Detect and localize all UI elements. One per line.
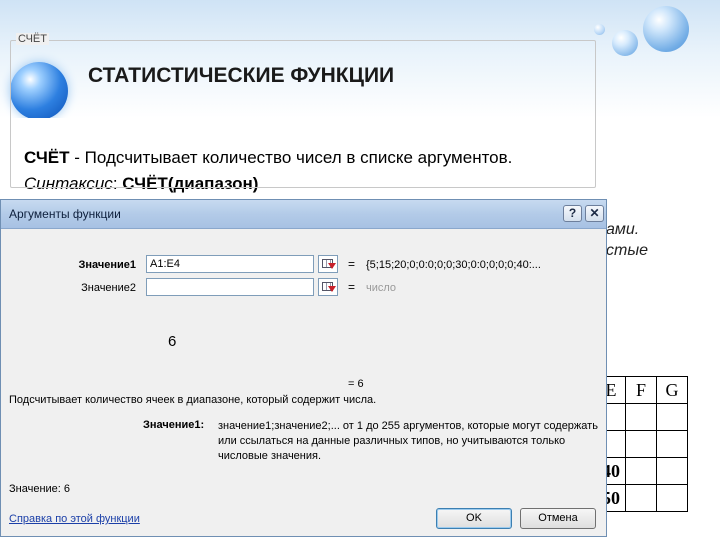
cell [625,457,657,485]
value2-result: число [366,282,397,294]
argument-hint-label: Значение1: [143,419,205,431]
function-name-legend: СЧЁТ [16,33,49,45]
spreadsheet-fragment: E F G 40 50 [596,376,688,512]
cell [656,430,688,458]
result-value: Значение: 6 [9,483,71,495]
function-arguments-dialog: Аргументы функции ? ✕ [0,199,607,537]
formula-result: = 6 [348,378,364,390]
decorative-sphere [612,30,638,56]
decorative-sphere [643,6,689,52]
cell [625,403,657,431]
value1-result: {5;15;20;0;0:0;0;0;30;0:0;0;0;0;40:... [366,259,541,271]
arrow-icon [328,286,336,292]
ok-button[interactable]: OK [436,508,512,529]
formula-result-preview: 6 [168,333,177,350]
value1-input[interactable]: A1:E4 [146,255,314,273]
cell [656,457,688,485]
equals-sign: = [348,257,356,271]
dialog-titlebar[interactable]: Аргументы функции ? ✕ [1,200,606,229]
decorative-sphere [594,24,605,35]
cell [656,484,688,512]
arg-label-value1: Значение1 [78,259,136,271]
function-help-link[interactable]: Справка по этой функции [9,513,140,525]
value2-input[interactable] [146,278,314,296]
close-button[interactable]: ✕ [585,205,604,222]
column-header: F [625,376,657,404]
dialog-title: Аргументы функции [9,207,121,221]
cancel-button[interactable]: Отмена [520,508,596,529]
equals-sign: = [348,280,356,294]
collapse-dialog-button[interactable] [318,255,338,273]
argument-hint-text: значение1;значение2;... от 1 до 255 аргу… [218,420,598,462]
collapse-dialog-button[interactable] [318,278,338,296]
arrow-icon [328,263,336,269]
cell [625,484,657,512]
arg-label-value2: Значение2 [81,282,136,294]
arguments-group [10,40,596,188]
column-header: G [656,376,688,404]
obscured-slide-text: ами. [606,221,640,238]
cell [625,430,657,458]
obscured-slide-text: стые [606,242,648,259]
cell [656,403,688,431]
function-description: Подсчитывает количество ячеек в диапазон… [9,394,377,406]
help-button[interactable]: ? [563,205,582,222]
